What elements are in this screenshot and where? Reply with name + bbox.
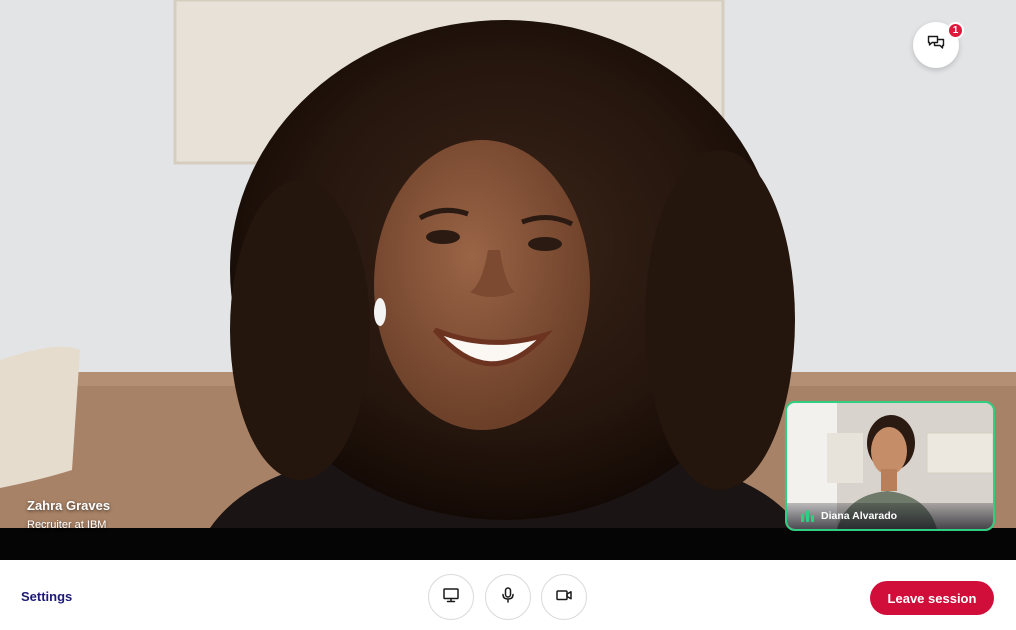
screen-share-button[interactable] xyxy=(428,574,474,620)
unread-badge: 1 xyxy=(947,22,964,39)
main-video-stage: Zahra Graves Recruiter at IBM 1 Diana Al… xyxy=(0,0,1016,560)
leave-session-button[interactable]: Leave session xyxy=(870,581,994,615)
participant-name: Zahra Graves xyxy=(27,498,111,513)
control-bar: Settings Leave session xyxy=(0,560,1016,630)
speaking-indicator-icon xyxy=(801,510,814,522)
participant-name-tag: Zahra Graves Recruiter at IBM xyxy=(27,497,110,533)
chat-button[interactable]: 1 xyxy=(913,22,964,68)
video-camera-icon xyxy=(555,586,573,609)
self-view-label: Diana Alvarado xyxy=(787,503,993,529)
camera-button[interactable] xyxy=(541,574,587,620)
monitor-icon xyxy=(442,586,460,609)
microphone-button[interactable] xyxy=(485,574,531,620)
microphone-icon xyxy=(499,586,517,609)
self-view-name: Diana Alvarado xyxy=(821,510,898,522)
self-view-tile[interactable]: Diana Alvarado xyxy=(785,401,995,531)
chat-bubbles-icon xyxy=(926,33,946,58)
participant-role: Recruiter at IBM xyxy=(27,519,107,531)
video-letterbox xyxy=(0,528,1016,560)
settings-link[interactable]: Settings xyxy=(21,589,72,604)
